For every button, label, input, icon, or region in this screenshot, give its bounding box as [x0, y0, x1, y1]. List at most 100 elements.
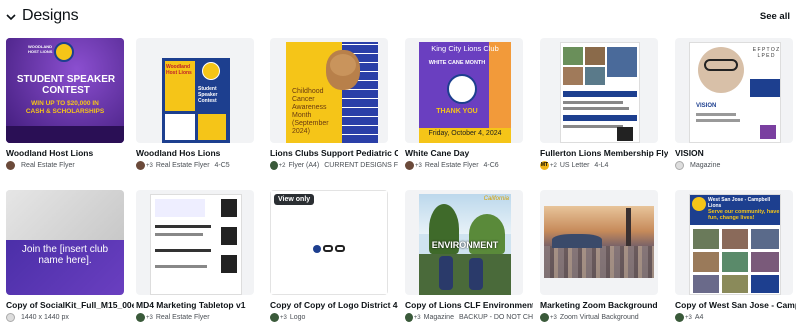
design-type: Real Estate Flyer: [155, 162, 210, 169]
design-meta: 1440 x 1440 px: [6, 312, 134, 323]
design-type: US Letter: [559, 162, 590, 169]
design-meta: +3 Real Estate Flyer 4-C5: [136, 160, 264, 171]
thumb-text: King City Lions Club: [431, 44, 499, 53]
thumb-text: Join the [insert club name here].: [21, 244, 109, 266]
view-only-badge: View only: [274, 194, 315, 205]
thumb-text: WHITE CANE MONTH: [428, 60, 486, 66]
thumb-text: THANK YOU: [436, 108, 478, 115]
design-meta: +3 Real Estate Flyer 4-C6: [405, 160, 533, 171]
design-card[interactable]: West San Jose - Campbell Lions Serve our…: [675, 190, 796, 322]
avatar: [675, 161, 684, 170]
design-folder: 4-L4: [594, 162, 609, 169]
design-card[interactable]: Childhood Cancer Awareness Month (Septem…: [270, 38, 398, 170]
collaborator-count: +3: [280, 314, 287, 321]
design-name[interactable]: Lions Clubs Support Pediatric C...: [270, 148, 398, 158]
collaborator-count: +3: [413, 314, 421, 321]
chevron-down-icon[interactable]: [4, 10, 18, 24]
thumb-text: WOODLAND HOST LIONS: [28, 44, 53, 54]
design-name[interactable]: Copy of SocialKit_Full_M15_00e: [6, 300, 134, 310]
see-all-link[interactable]: See all: [760, 11, 790, 22]
design-name[interactable]: Copy of Copy of Logo District 4-...: [270, 300, 398, 310]
thumb-text: West San Jose - Campbell Lions: [708, 197, 771, 209]
avatar: [136, 161, 145, 170]
design-thumbnail[interactable]: Woodland Host Lions Student Speaker Cont…: [136, 38, 254, 143]
design-folder: 4-C6: [483, 162, 499, 169]
avatar: [405, 161, 414, 170]
design-name[interactable]: MD4 Marketing Tabletop v1: [136, 300, 264, 310]
thumb-text: ENVIRONMENT: [431, 240, 499, 250]
section-title: Designs: [22, 7, 79, 24]
design-name[interactable]: VISION: [675, 148, 796, 158]
design-meta: Real Estate Flyer: [6, 160, 134, 171]
thumb-text: STUDENT SPEAKER CONTEST: [16, 74, 116, 96]
design-type: Magazine: [423, 314, 454, 321]
design-name[interactable]: Woodland Hos Lions: [136, 148, 264, 158]
avatar: [405, 313, 413, 322]
design-thumbnail[interactable]: California ENVIRONMENT: [405, 190, 523, 295]
design-folder: BACKUP - DO NOT CH: [458, 314, 533, 321]
design-thumbnail[interactable]: WOODLAND HOST LIONS STUDENT SPEAKER CONT…: [6, 38, 124, 143]
design-meta: +3 Real Estate Flyer: [136, 312, 264, 323]
design-card[interactable]: King City Lions Club WHITE CANE MONTH TH…: [405, 38, 523, 170]
collaborator-count: +3: [146, 162, 153, 169]
avatar: [270, 161, 278, 170]
design-type: Magazine: [690, 162, 721, 169]
thumb-text: Student Speaker Contest: [198, 86, 218, 104]
design-type: A4: [694, 314, 704, 321]
thumb-text: California: [483, 196, 509, 202]
thumb-text: Serve our community, have fun, change li…: [708, 209, 780, 221]
avatar: [675, 313, 684, 322]
design-name[interactable]: White Cane Day: [405, 148, 533, 158]
avatar: MT: [540, 161, 549, 170]
design-thumbnail[interactable]: View only: [270, 190, 388, 295]
design-card[interactable]: Marketing Zoom Background +3 Zoom Virtua…: [540, 190, 658, 322]
collaborator-count: +3: [685, 314, 692, 321]
design-card[interactable]: Fullerton Lions Membership Fly... MT +2 …: [540, 38, 668, 170]
design-type: Zoom Virtual Background: [559, 314, 639, 321]
eye-chart: E F P T O Z L P E D: [752, 47, 780, 59]
design-card[interactable]: California ENVIRONMENT Copy of Lions CLF…: [405, 190, 533, 322]
design-name[interactable]: Copy of Lions CLF Environment ...: [405, 300, 533, 310]
design-type: Logo: [289, 314, 306, 321]
design-name[interactable]: Fullerton Lions Membership Fly...: [540, 148, 668, 158]
design-thumbnail[interactable]: [136, 190, 254, 295]
design-meta: +2 Flyer (A4) CURRENT DESIGNS F: [270, 160, 398, 171]
design-card[interactable]: Join the [insert club name here]. Copy o…: [6, 190, 134, 322]
thumb-text: Childhood Cancer Awareness Month (Septem…: [292, 88, 329, 135]
design-card[interactable]: WOODLAND HOST LIONS STUDENT SPEAKER CONT…: [6, 38, 124, 170]
collaborator-count: +3: [550, 314, 557, 321]
design-card[interactable]: E F P T O Z L P E D VISION VISION Magazi…: [675, 38, 796, 171]
thumb-text: Friday, October 4, 2024: [428, 130, 502, 137]
thumb-text: Woodland Host Lions: [166, 64, 192, 76]
design-type: Real Estate Flyer: [21, 162, 75, 169]
avatar: [540, 313, 549, 322]
design-type: Flyer (A4): [288, 162, 320, 169]
design-meta: +3 Zoom Virtual Background: [540, 312, 668, 323]
design-meta: +3 Magazine BACKUP - DO NOT CH: [405, 312, 533, 323]
design-thumbnail[interactable]: Join the [insert club name here].: [6, 190, 124, 295]
design-type: Real Estate Flyer: [424, 162, 479, 169]
design-type: Real Estate Flyer: [155, 314, 210, 321]
design-meta: MT +2 US Letter 4-L4: [540, 160, 668, 171]
design-thumbnail[interactable]: [540, 38, 658, 143]
collaborator-count: +2: [550, 162, 557, 169]
design-thumbnail[interactable]: [540, 190, 658, 295]
thumb-text: WIN UP TO $20,000 IN CASH & SCHOLARSHIPS: [25, 100, 105, 115]
design-thumbnail[interactable]: West San Jose - Campbell Lions Serve our…: [675, 190, 793, 295]
design-card[interactable]: MD4 Marketing Tabletop v1 +3 Real Estate…: [136, 190, 254, 322]
design-name[interactable]: Woodland Host Lions: [6, 148, 134, 158]
avatar: [136, 313, 145, 322]
design-thumbnail[interactable]: E F P T O Z L P E D VISION: [675, 38, 793, 143]
design-name[interactable]: Copy of West San Jose - Campb...: [675, 300, 796, 310]
design-name[interactable]: Marketing Zoom Background: [540, 300, 668, 310]
collaborator-count: +2: [278, 162, 286, 169]
design-card[interactable]: Woodland Host Lions Student Speaker Cont…: [136, 38, 254, 170]
avatar: [6, 161, 15, 170]
design-meta: Magazine: [675, 160, 796, 171]
collaborator-count: +3: [415, 162, 422, 169]
avatar: [6, 313, 15, 322]
design-card[interactable]: View only Copy of Copy of Logo District …: [270, 190, 398, 322]
design-thumbnail[interactable]: King City Lions Club WHITE CANE MONTH TH…: [405, 38, 523, 143]
collaborator-count: +3: [146, 314, 153, 321]
design-thumbnail[interactable]: Childhood Cancer Awareness Month (Septem…: [270, 38, 388, 143]
